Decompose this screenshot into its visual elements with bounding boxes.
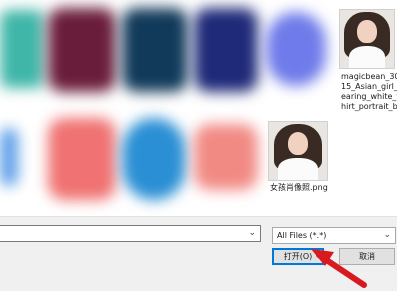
arrow-pointer-icon [311,249,367,288]
